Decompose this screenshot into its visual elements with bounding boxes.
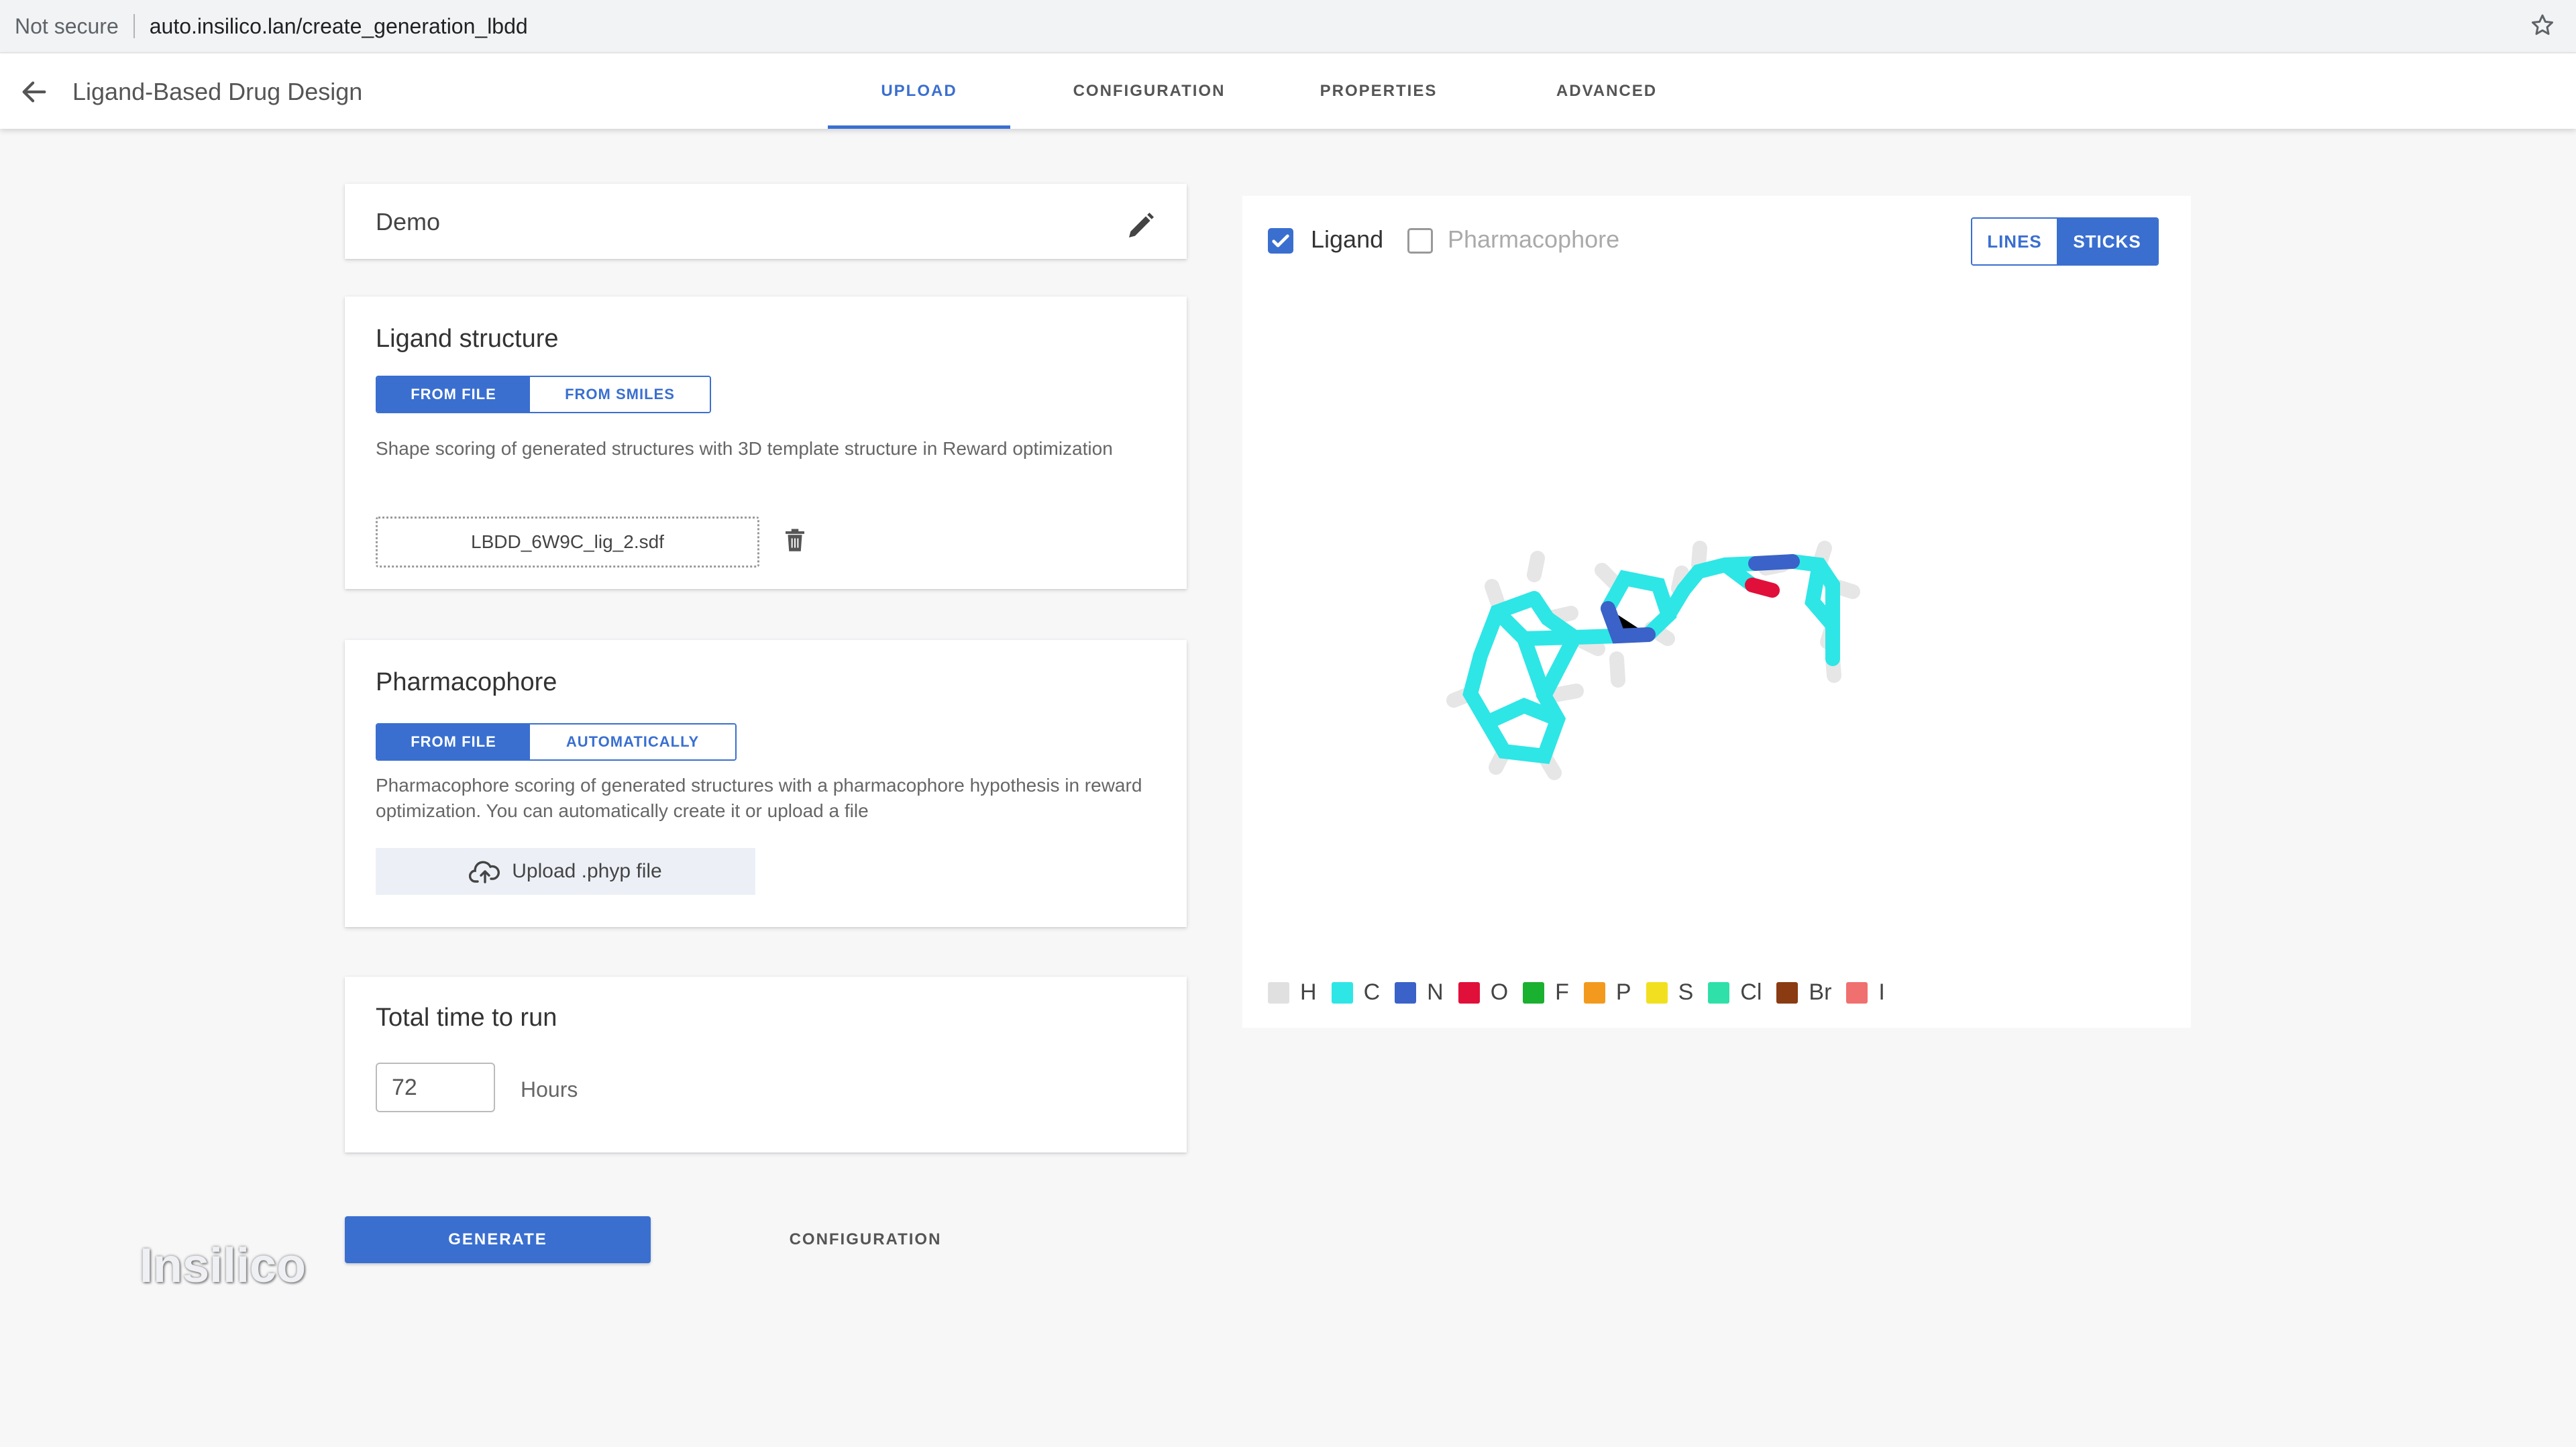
- ligand-file-name: LBDD_6W9C_lig_2.sdf: [471, 531, 664, 552]
- lines-mode-button[interactable]: LINES: [1972, 219, 2057, 264]
- insilico-watermark: Insilico: [140, 1239, 307, 1293]
- ligand-description: Shape scoring of generated structures wi…: [376, 438, 1113, 459]
- legend-label: F: [1555, 979, 1569, 1005]
- back-arrow-icon[interactable]: [19, 76, 50, 107]
- ligand-3d-structure[interactable]: [1417, 437, 1967, 873]
- legend-item: Cl: [1708, 979, 1762, 1006]
- pharmacophore-from-file-button[interactable]: FROM FILE: [377, 725, 530, 759]
- molecule-viewer-panel: Ligand Pharmacophore LINES STICKS H C N …: [1242, 196, 2191, 1028]
- legend-item: S: [1646, 979, 1694, 1006]
- legend-swatch: [1523, 981, 1545, 1004]
- legend-swatch: [1268, 981, 1289, 1004]
- generate-button[interactable]: GENERATE: [345, 1216, 651, 1263]
- ligand-from-file-button[interactable]: FROM FILE: [377, 377, 530, 412]
- upload-phyp-label: Upload .phyp file: [512, 860, 662, 882]
- browser-address-bar: Not secure auto.insilico.lan/create_gene…: [0, 0, 2576, 53]
- legend-swatch: [1846, 981, 1868, 1004]
- legend-label: S: [1678, 979, 1694, 1005]
- legend-label: C: [1363, 979, 1381, 1005]
- legend-label: I: [1878, 979, 1885, 1005]
- pharmacophore-source-toggle: FROM FILE AUTOMATICALLY: [376, 723, 737, 761]
- ligand-source-toggle: FROM FILE FROM SMILES: [376, 376, 711, 413]
- ligand-file-chip[interactable]: LBDD_6W9C_lig_2.sdf: [376, 517, 759, 568]
- checkmark-icon: [1272, 234, 1289, 248]
- legend-item: N: [1395, 979, 1444, 1006]
- page-title: Ligand-Based Drug Design: [72, 78, 363, 105]
- cloud-upload-icon: [469, 861, 500, 883]
- element-color-legend: H C N O F P S Cl Br I: [1268, 979, 1900, 1006]
- legend-item: P: [1583, 979, 1631, 1006]
- ligand-structure-title: Ligand structure: [376, 325, 559, 353]
- pharmacophore-card: Pharmacophore FROM FILE AUTOMATICALLY Ph…: [345, 640, 1187, 927]
- legend-swatch: [1646, 981, 1668, 1004]
- ligand-structure-card: Ligand structure FROM FILE FROM SMILES S…: [345, 297, 1187, 589]
- pharmacophore-title: Pharmacophore: [376, 668, 557, 696]
- delete-trash-icon[interactable]: [781, 525, 809, 557]
- legend-item: O: [1458, 979, 1508, 1006]
- legend-label: O: [1490, 979, 1509, 1005]
- pharmacophore-description: Pharmacophore scoring of generated struc…: [376, 775, 1142, 821]
- legend-label: H: [1300, 979, 1317, 1005]
- upload-phyp-button[interactable]: Upload .phyp file: [376, 848, 755, 895]
- tab-configuration[interactable]: CONFIGURATION: [1056, 54, 1242, 129]
- project-name: Demo: [376, 208, 441, 235]
- legend-item: F: [1523, 979, 1569, 1006]
- legend-swatch: [1458, 981, 1480, 1004]
- legend-swatch: [1583, 981, 1605, 1004]
- legend-label: N: [1427, 979, 1444, 1005]
- address-separator: [133, 14, 135, 38]
- hours-unit-label: Hours: [521, 1077, 578, 1102]
- legend-item: I: [1846, 979, 1885, 1006]
- legend-label: P: [1615, 979, 1631, 1005]
- configuration-button[interactable]: CONFIGURATION: [738, 1216, 993, 1263]
- legend-swatch: [1708, 981, 1730, 1004]
- pharmacophore-checkbox[interactable]: [1407, 228, 1433, 254]
- hours-input[interactable]: 72: [376, 1063, 495, 1112]
- ligand-checkbox-label[interactable]: Ligand: [1311, 225, 1383, 254]
- tab-advanced[interactable]: ADVANCED: [1536, 54, 1677, 129]
- sticks-mode-button[interactable]: STICKS: [2057, 219, 2157, 264]
- pharmacophore-automatically-button[interactable]: AUTOMATICALLY: [530, 725, 735, 759]
- runtime-card: Total time to run 72 Hours: [345, 977, 1187, 1153]
- legend-item: H: [1268, 979, 1317, 1006]
- legend-swatch: [1395, 981, 1417, 1004]
- legend-swatch: [1776, 981, 1799, 1004]
- legend-item: C: [1331, 979, 1381, 1006]
- pharmacophore-checkbox-label[interactable]: Pharmacophore: [1448, 225, 1619, 254]
- ligand-checkbox[interactable]: [1268, 228, 1293, 254]
- tab-upload[interactable]: UPLOAD: [828, 54, 1010, 129]
- tab-properties[interactable]: PROPERTIES: [1301, 54, 1456, 129]
- edit-pencil-icon[interactable]: [1125, 209, 1157, 242]
- hours-value: 72: [392, 1074, 417, 1100]
- render-mode-toggle: LINES STICKS: [1971, 217, 2159, 266]
- legend-label: Cl: [1740, 979, 1762, 1005]
- url-field[interactable]: auto.insilico.lan/create_generation_lbdd: [150, 14, 528, 39]
- bookmark-star-icon[interactable]: [2529, 12, 2556, 39]
- app-header: Ligand-Based Drug Design UPLOAD CONFIGUR…: [0, 54, 2576, 129]
- ligand-from-smiles-button[interactable]: FROM SMILES: [530, 377, 710, 412]
- security-indicator[interactable]: Not secure: [15, 14, 119, 39]
- project-name-card: Demo: [345, 184, 1187, 259]
- legend-item: Br: [1776, 979, 1831, 1006]
- legend-swatch: [1331, 981, 1353, 1004]
- legend-label: Br: [1809, 979, 1832, 1005]
- runtime-title: Total time to run: [376, 1004, 557, 1032]
